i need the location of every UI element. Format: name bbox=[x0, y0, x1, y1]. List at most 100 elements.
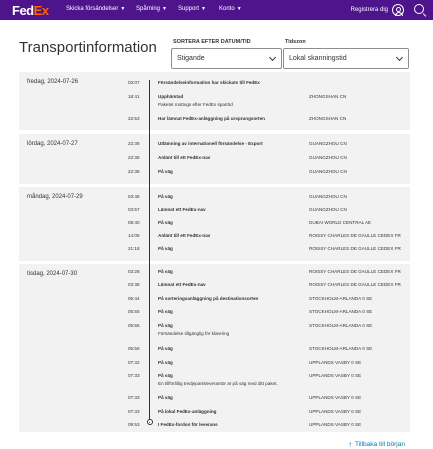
day-group: fredag, 2024-07-26 03:07 Försändelseinfo… bbox=[19, 72, 410, 130]
event-desc: På väg bbox=[158, 194, 173, 199]
event-time: 05:56 bbox=[128, 346, 140, 351]
event-location: DUBAI WORLD CENTRAL AE bbox=[309, 220, 372, 225]
nav-account[interactable]: Konto ▼ bbox=[219, 6, 242, 12]
event-note: En tillförlitlig tredjepartsleverantör ä… bbox=[158, 381, 278, 386]
top-nav-bar: FedEx Skicka försändelser ▼ Spårning ▼ Sup… bbox=[0, 0, 433, 20]
event-desc: På väg bbox=[158, 323, 173, 328]
event-location: ROISSY CHARLES DE GAULLE CEDEX FR bbox=[309, 269, 401, 274]
travel-history: fredag, 2024-07-26 03:07 Försändelseinfo… bbox=[19, 72, 410, 432]
event-location: ROISSY CHARLES DE GAULLE CEDEX FR bbox=[309, 246, 401, 251]
event-desc: På väg bbox=[158, 269, 173, 274]
event-location: STOCKHOLM-ARLANDA 0 SE bbox=[309, 346, 373, 351]
timezone-label: Tidszon bbox=[285, 39, 306, 45]
event-location: UPPLANDS VASBY 0 SE bbox=[309, 360, 362, 365]
chevron-down-icon bbox=[268, 53, 277, 62]
event-note: Paketet mottogs efter FedEx sparrtid bbox=[158, 102, 233, 107]
event-desc: Har lämnat FedEx-anläggning på ursprungs… bbox=[158, 116, 265, 121]
event-desc: På sorteringsanläggning på destinationso… bbox=[158, 296, 259, 301]
event-time: 09:53 bbox=[128, 422, 140, 427]
event-location: UPPLANDS VASBY 0 SE bbox=[309, 422, 362, 427]
event-desc: I FedEx-fordon för leverans bbox=[158, 422, 218, 427]
event-time: 14:08 bbox=[128, 233, 140, 238]
day-label: fredag, 2024-07-26 bbox=[27, 79, 79, 85]
event-time: 03:48 bbox=[128, 194, 140, 199]
event-time: 03:57 bbox=[128, 207, 140, 212]
logo-ex: Ex bbox=[33, 3, 49, 18]
chevron-down-icon bbox=[395, 53, 404, 62]
event-desc: På väg bbox=[158, 373, 173, 378]
nav-tracking[interactable]: Spårning ▼ bbox=[136, 6, 167, 12]
chevron-down-icon: ▼ bbox=[236, 6, 242, 12]
event-desc: Upphämtad bbox=[158, 94, 184, 99]
event-desc: Utlämning av internationell försändelse … bbox=[158, 141, 263, 146]
event-desc: Försändelseinformation har skickats till… bbox=[158, 80, 260, 85]
event-desc: På lokal FedEx-anläggning bbox=[158, 409, 217, 414]
event-location: STOCKHOLM-ARLANDA 0 SE bbox=[309, 309, 373, 314]
day-label: lördag, 2024-07-27 bbox=[27, 141, 78, 147]
fedex-logo[interactable]: FedEx bbox=[12, 3, 49, 18]
event-location: GUANGZHOU CN bbox=[309, 207, 347, 212]
event-location: ZHONGSHAN CN bbox=[309, 116, 347, 121]
event-time: 22:53 bbox=[128, 116, 140, 121]
nav-support[interactable]: Support ▼ bbox=[178, 6, 206, 12]
event-location: STOCKHOLM-ARLANDA 0 SE bbox=[309, 323, 373, 328]
event-desc: På väg bbox=[158, 246, 173, 251]
event-desc: Lämnat ett FedEx-nav bbox=[158, 282, 206, 287]
user-icon[interactable] bbox=[392, 4, 404, 16]
event-time: 22:38 bbox=[128, 155, 140, 160]
event-time: 03:07 bbox=[128, 80, 140, 85]
event-time: 07:33 bbox=[128, 395, 140, 400]
event-location: ZHONGSHAN CN bbox=[309, 94, 347, 99]
event-time: 21:18 bbox=[128, 246, 140, 251]
event-desc: På väg bbox=[158, 220, 173, 225]
event-location: UPPLANDS VASBY 0 SE bbox=[309, 395, 362, 400]
day-group: tisdag, 2024-07-30 03:28 På väg ROISSY C… bbox=[19, 264, 410, 432]
timeline-line bbox=[149, 80, 150, 425]
nav-account-label: Konto bbox=[219, 6, 235, 12]
chevron-down-icon: ▼ bbox=[162, 6, 167, 12]
event-location: UPPLANDS VASBY 0 SE bbox=[309, 409, 362, 414]
nav-ship-label: Skicka försändelser bbox=[66, 6, 119, 12]
event-desc: På väg bbox=[158, 360, 173, 365]
sort-select[interactable]: Stigande bbox=[171, 48, 282, 69]
event-desc: Lämnat ett FedEx-nav bbox=[158, 207, 206, 212]
event-time: 05:55 bbox=[128, 323, 140, 328]
event-location: ROISSY CHARLES DE GAULLE CEDEX FR bbox=[309, 233, 401, 238]
event-time: 18:41 bbox=[128, 94, 140, 99]
sort-select-value: Stigande bbox=[177, 55, 205, 62]
event-time: 05:55 bbox=[128, 309, 140, 314]
event-time: 22:38 bbox=[128, 169, 140, 174]
event-time: 22:38 bbox=[128, 141, 140, 146]
page-title: Transportinformation bbox=[19, 39, 157, 56]
nav-ship[interactable]: Skicka försändelser ▼ bbox=[66, 6, 125, 12]
timezone-select-value: Lokal skanningstid bbox=[289, 55, 347, 62]
event-note: Försändelse tillgänglig för klarering bbox=[158, 331, 230, 336]
arrow-up-icon: ↑ bbox=[348, 439, 352, 449]
event-location: UPPLANDS VASBY 0 SE bbox=[309, 373, 362, 378]
day-group: måndag, 2024-07-29 03:48 På väg GUANGZHO… bbox=[19, 187, 410, 261]
event-desc: Anlänt till ett FedEx-nav bbox=[158, 233, 211, 238]
nav-support-label: Support bbox=[178, 6, 200, 12]
day-label: tisdag, 2024-07-30 bbox=[27, 271, 78, 277]
chevron-down-icon: ▼ bbox=[120, 6, 126, 12]
event-location: GUANGZHOU CN bbox=[309, 194, 347, 199]
event-location: GUANGZHOU CN bbox=[309, 155, 347, 160]
timeline-end-icon bbox=[146, 419, 153, 425]
event-time: 03:28 bbox=[128, 269, 140, 274]
event-time: 03:38 bbox=[128, 282, 140, 287]
search-icon[interactable] bbox=[414, 4, 424, 14]
event-location: STOCKHOLM-ARLANDA 0 SE bbox=[309, 296, 373, 301]
event-desc: På väg bbox=[158, 395, 173, 400]
event-time: 07:33 bbox=[128, 373, 140, 378]
event-desc: På väg bbox=[158, 346, 173, 351]
event-desc: På väg bbox=[158, 169, 173, 174]
day-label: måndag, 2024-07-29 bbox=[27, 194, 83, 200]
logo-fed: Fed bbox=[12, 3, 34, 18]
back-to-top-label: Tillbaka till början bbox=[355, 441, 405, 448]
timezone-select[interactable]: Lokal skanningstid bbox=[283, 48, 409, 69]
register-link[interactable]: Registrera dig bbox=[351, 7, 388, 13]
header-actions: Registrera dig bbox=[351, 0, 433, 20]
event-time: 07:33 bbox=[128, 409, 140, 414]
back-to-top-link[interactable]: ↑ Tillbaka till början bbox=[348, 439, 405, 449]
sort-label: SORTERA EFTER DATUM/TID bbox=[173, 39, 251, 45]
